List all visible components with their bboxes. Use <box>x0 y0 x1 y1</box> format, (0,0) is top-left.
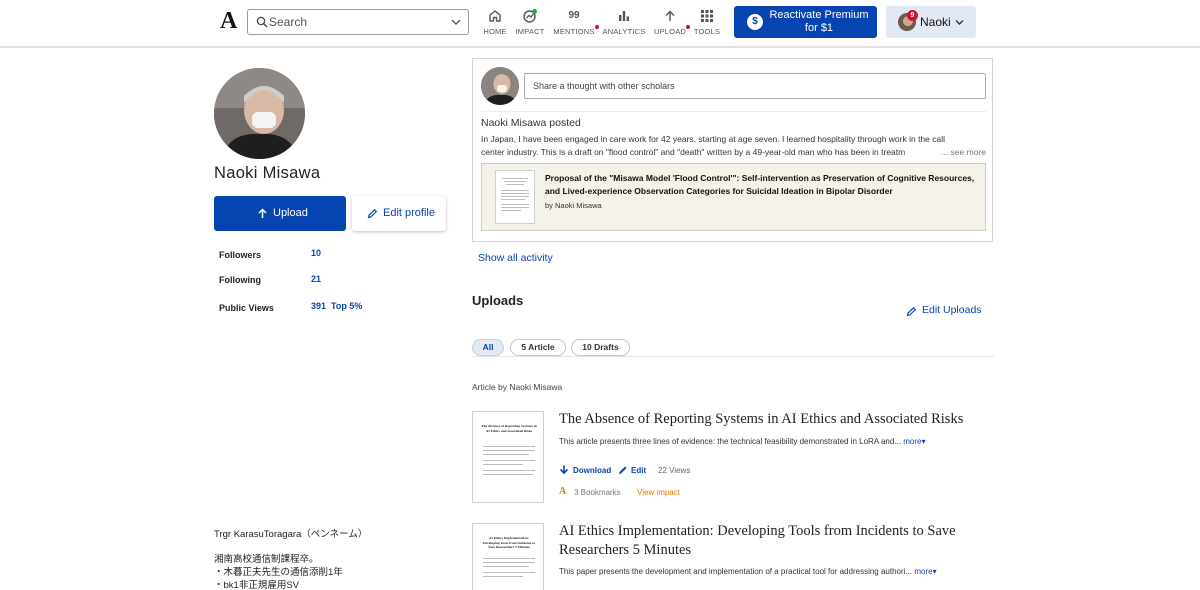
uploads-heading: Uploads <box>472 293 524 308</box>
more-link-label: more <box>903 437 922 446</box>
mentions-alert-dot <box>595 25 599 29</box>
profile-name: Naoki Misawa <box>214 164 321 182</box>
grid-icon <box>701 10 713 22</box>
post-text: In Japan, I have been engaged in care wo… <box>481 133 986 159</box>
work-thumbnail-title: AI Ethics Implementation: Developing Too… <box>482 536 536 549</box>
more-link[interactable]: more▾ <box>903 437 925 446</box>
work-abstract-text: This paper presents the development and … <box>559 567 913 576</box>
following-label: Following <box>219 275 261 285</box>
work-thumbnail[interactable]: AI Ethics Implementation: Developing Too… <box>472 523 544 590</box>
caret-down-icon: ▾ <box>932 567 937 576</box>
upload-button[interactable]: Upload <box>214 196 346 231</box>
work-abstract: This article presents three lines of evi… <box>559 437 925 446</box>
bio-line-5: ・bk1非正規雇用SV <box>214 580 299 590</box>
filter-drafts[interactable]: 10 Drafts <box>571 339 630 356</box>
chevron-down-icon[interactable] <box>451 18 461 26</box>
caret-down-icon: ▾ <box>921 437 926 446</box>
mentions-count-icon: 99 <box>568 10 580 21</box>
nav-mentions-label: MENTIONS <box>553 27 595 36</box>
see-more-link[interactable]: ... see more <box>901 146 986 159</box>
views-count: 22 Views <box>658 466 691 475</box>
filter-all[interactable]: All <box>472 339 504 356</box>
work-title[interactable]: AI Ethics Implementation: Developing Too… <box>559 522 994 560</box>
nav-tools[interactable]: TOOLS <box>685 8 729 40</box>
pencil-icon <box>619 466 627 474</box>
edit-profile-button[interactable]: Edit profile <box>352 196 446 231</box>
profile-photo <box>214 68 305 159</box>
section-label: Article by Naoki Misawa <box>472 382 563 392</box>
nav-impact[interactable]: IMPACT <box>508 8 552 40</box>
notification-badge: 9 <box>907 10 918 21</box>
premium-label: Reactivate Premium for $1 <box>766 9 872 35</box>
search-box[interactable] <box>247 9 469 35</box>
bookmarks-count: 3 Bookmarks <box>574 488 621 497</box>
analytics-icon <box>619 11 629 21</box>
impact-icon <box>523 9 537 23</box>
work-thumbnail[interactable]: The Absence of Reporting Systems in AI E… <box>472 411 544 503</box>
bio-line-1: Trgr KarasuToragara（ペンネーム） <box>214 529 368 540</box>
nav-impact-label: IMPACT <box>515 27 545 36</box>
work-abstract: This paper presents the development and … <box>559 567 937 576</box>
nav-tools-label: TOOLS <box>693 27 721 36</box>
download-icon <box>559 465 569 475</box>
chevron-down-icon <box>955 20 964 25</box>
thought-avatar-photo <box>481 67 519 105</box>
academia-logo[interactable]: A <box>220 8 237 35</box>
search-input[interactable] <box>269 13 444 31</box>
pencil-icon <box>367 208 378 219</box>
avatar <box>481 67 519 105</box>
paper-title: Proposal of the "Misawa Model 'Flood Con… <box>545 173 975 196</box>
paper-thumbnail <box>495 170 535 224</box>
nav-mentions[interactable]: 99 MENTIONS <box>552 8 599 40</box>
public-views-count[interactable]: 391 <box>311 301 326 311</box>
work-thumbnail-title: The Absence of Reporting Systems in AI E… <box>481 424 537 433</box>
edit-profile-label: Edit profile <box>383 207 435 219</box>
premium-label-line2: for $1 <box>804 22 834 34</box>
more-link-label: more <box>914 567 933 576</box>
upload-arrow-icon <box>258 208 267 218</box>
show-all-activity-link[interactable]: Show all activity <box>478 252 553 264</box>
view-impact-link[interactable]: View impact <box>637 488 680 497</box>
share-thought-input[interactable] <box>524 73 986 99</box>
work-title[interactable]: The Absence of Reporting Systems in AI E… <box>559 410 994 429</box>
search-icon <box>256 16 268 28</box>
edit-label: Edit <box>631 466 647 475</box>
dollar-icon: $ <box>747 14 763 30</box>
followers-count[interactable]: 10 <box>311 248 321 258</box>
dollar-symbol: $ <box>752 16 758 27</box>
bio-line-4: ・木暮正夫先生の通信添削1年 <box>214 567 343 578</box>
user-name: Naoki <box>920 15 951 29</box>
reactivate-premium-button[interactable]: $ Reactivate Premium for $1 <box>734 6 877 38</box>
shared-paper-preview[interactable]: Proposal of the "Misawa Model 'Flood Con… <box>481 163 986 231</box>
nav-analytics-label: ANALYTICS <box>602 27 646 36</box>
divider <box>472 356 994 357</box>
profile-avatar[interactable] <box>214 68 305 159</box>
post-header: Naoki Misawa posted <box>481 117 581 129</box>
user-menu-button[interactable]: 9 Naoki <box>886 6 976 38</box>
divider <box>481 111 986 112</box>
download-label: Download <box>573 466 612 475</box>
more-link[interactable]: more▾ <box>914 567 936 576</box>
premium-label-line1: Reactivate Premium <box>769 9 869 21</box>
top-navigation-bar: A HOME IMPACT 99 MENTIONS <box>0 0 1200 48</box>
followers-label: Followers <box>219 250 262 260</box>
upload-button-label: Upload <box>273 207 308 219</box>
post-text-line1: In Japan, I have been engaged in care wo… <box>481 134 946 144</box>
public-views-label: Public Views <box>219 303 274 313</box>
home-icon <box>489 10 501 22</box>
bookmark-icon: A <box>559 486 567 497</box>
pencil-icon <box>906 306 917 317</box>
following-count[interactable]: 21 <box>311 274 321 284</box>
activity-card: Naoki Misawa posted In Japan, I have bee… <box>472 58 993 242</box>
filter-articles[interactable]: 5 Article <box>510 339 566 356</box>
nav-analytics[interactable]: ANALYTICS <box>602 8 646 40</box>
work-abstract-text: This article presents three lines of evi… <box>559 437 901 446</box>
paper-author: by Naoki Misawa <box>545 201 602 210</box>
edit-uploads-label: Edit Uploads <box>922 304 982 316</box>
public-views-rank: Top 5% <box>331 301 363 311</box>
upload-icon <box>665 10 675 21</box>
bio-line-3: 湘南高校通信制課程卒。 <box>214 554 319 565</box>
